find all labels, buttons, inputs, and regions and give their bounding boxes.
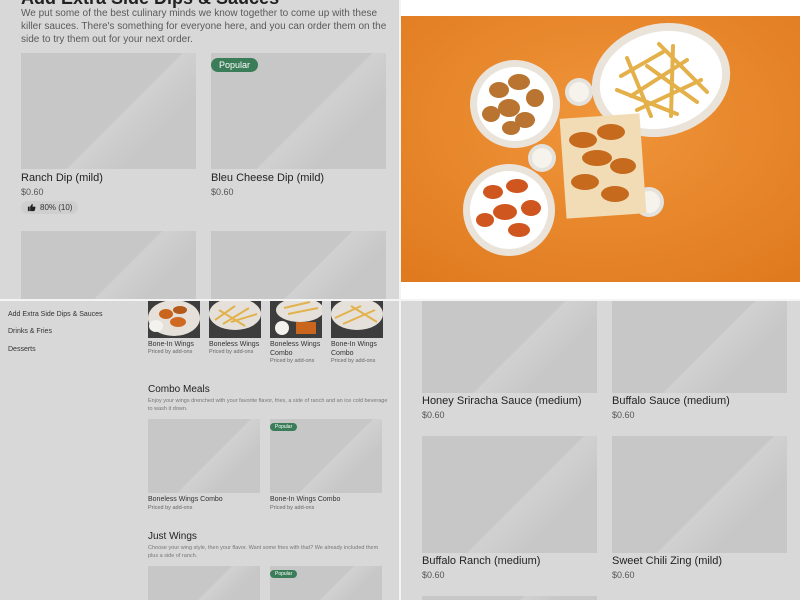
item-name[interactable]: Sweet Chili Zing (mild) [612, 555, 722, 567]
ranch-dip-image[interactable] [21, 53, 196, 169]
item-name[interactable]: Boneless Wings [209, 340, 265, 349]
just-wings-title: Just Wings [148, 531, 197, 542]
boneless-wings-combo-image[interactable] [148, 419, 260, 493]
item-price: $0.60 [422, 570, 445, 580]
item-name[interactable]: Boneless Wings Combo [148, 495, 223, 504]
hero-photo-panel [400, 0, 800, 300]
item-image[interactable] [148, 566, 260, 600]
fries-photo [331, 300, 383, 338]
buffalo-sauce-image[interactable] [612, 300, 787, 393]
wings-and-fries-photo [401, 16, 800, 282]
section-description: We put some of the best culinary minds w… [21, 8, 387, 45]
item-name[interactable]: Bleu Cheese Dip (mild) [211, 172, 324, 184]
bone-in-wings-combo-thumbnail[interactable] [331, 300, 383, 338]
sweet-chili-zing-image[interactable] [612, 436, 787, 553]
item-subtext: Priced by add-ons [148, 505, 193, 511]
combo-meals-title: Combo Meals [148, 384, 210, 395]
rating-text: 80% (10) [40, 203, 73, 212]
item-price: $0.60 [21, 187, 44, 197]
sauces-section-panel: Add Extra Side Dips & Sauces We put some… [0, 0, 400, 300]
item-subtext: Priced by add-ons [331, 358, 376, 364]
category-link[interactable]: Desserts [8, 346, 36, 353]
just-wings-description: Choose your wing style, then your flavor… [148, 545, 379, 559]
item-image[interactable] [21, 231, 196, 300]
item-price: $0.60 [612, 570, 635, 580]
boneless-wings-combo-thumbnail[interactable] [270, 300, 322, 338]
item-image[interactable] [211, 231, 386, 300]
buffalo-ranch-image[interactable] [422, 436, 597, 553]
popular-badge: Popular [211, 58, 259, 72]
panel-divider [0, 299, 800, 301]
item-subtext: Priced by add-ons [270, 505, 315, 511]
combo-meals-description: Enjoy your wings drenched with your favo… [148, 398, 388, 412]
bone-in-wings-thumbnail[interactable] [148, 300, 200, 338]
item-price: $0.60 [422, 410, 445, 420]
sauce-items-panel: Honey Sriracha Sauce (medium) $0.60 Buff… [400, 300, 800, 600]
item-image[interactable] [422, 596, 597, 600]
item-name[interactable]: Buffalo Ranch (medium) [422, 555, 540, 567]
popular-badge: Popular [270, 423, 298, 431]
item-subtext: Priced by add-ons [148, 349, 193, 355]
category-link[interactable]: Drinks & Fries [8, 328, 52, 335]
item-name[interactable]: Bone-In Wings Combo [331, 340, 391, 358]
wings-photo [148, 300, 200, 338]
item-subtext: Priced by add-ons [209, 349, 254, 355]
item-name[interactable]: Buffalo Sauce (medium) [612, 395, 730, 407]
combo-photo [270, 300, 322, 338]
item-price: $0.60 [612, 410, 635, 420]
item-name[interactable]: Bone-In Wings [148, 340, 204, 349]
thumbs-up-icon [27, 203, 36, 212]
item-name[interactable]: Bone-In Wings Combo [270, 495, 340, 504]
honey-sriracha-image[interactable] [422, 300, 597, 393]
popular-badge: Popular [270, 570, 298, 578]
item-name[interactable]: Honey Sriracha Sauce (medium) [422, 395, 582, 407]
item-name[interactable]: Ranch Dip (mild) [21, 172, 103, 184]
item-name[interactable]: Boneless Wings Combo [270, 340, 326, 358]
item-subtext: Priced by add-ons [270, 358, 315, 364]
boneless-wings-thumbnail[interactable] [209, 300, 261, 338]
item-price: $0.60 [211, 187, 234, 197]
fries-photo [209, 300, 261, 338]
category-link[interactable]: Add Extra Side Dips & Sauces [8, 311, 103, 318]
rating-badge: 80% (10) [21, 201, 79, 214]
menu-overview-panel: Add Extra Side Dips & Sauces Drinks & Fr… [0, 300, 400, 600]
